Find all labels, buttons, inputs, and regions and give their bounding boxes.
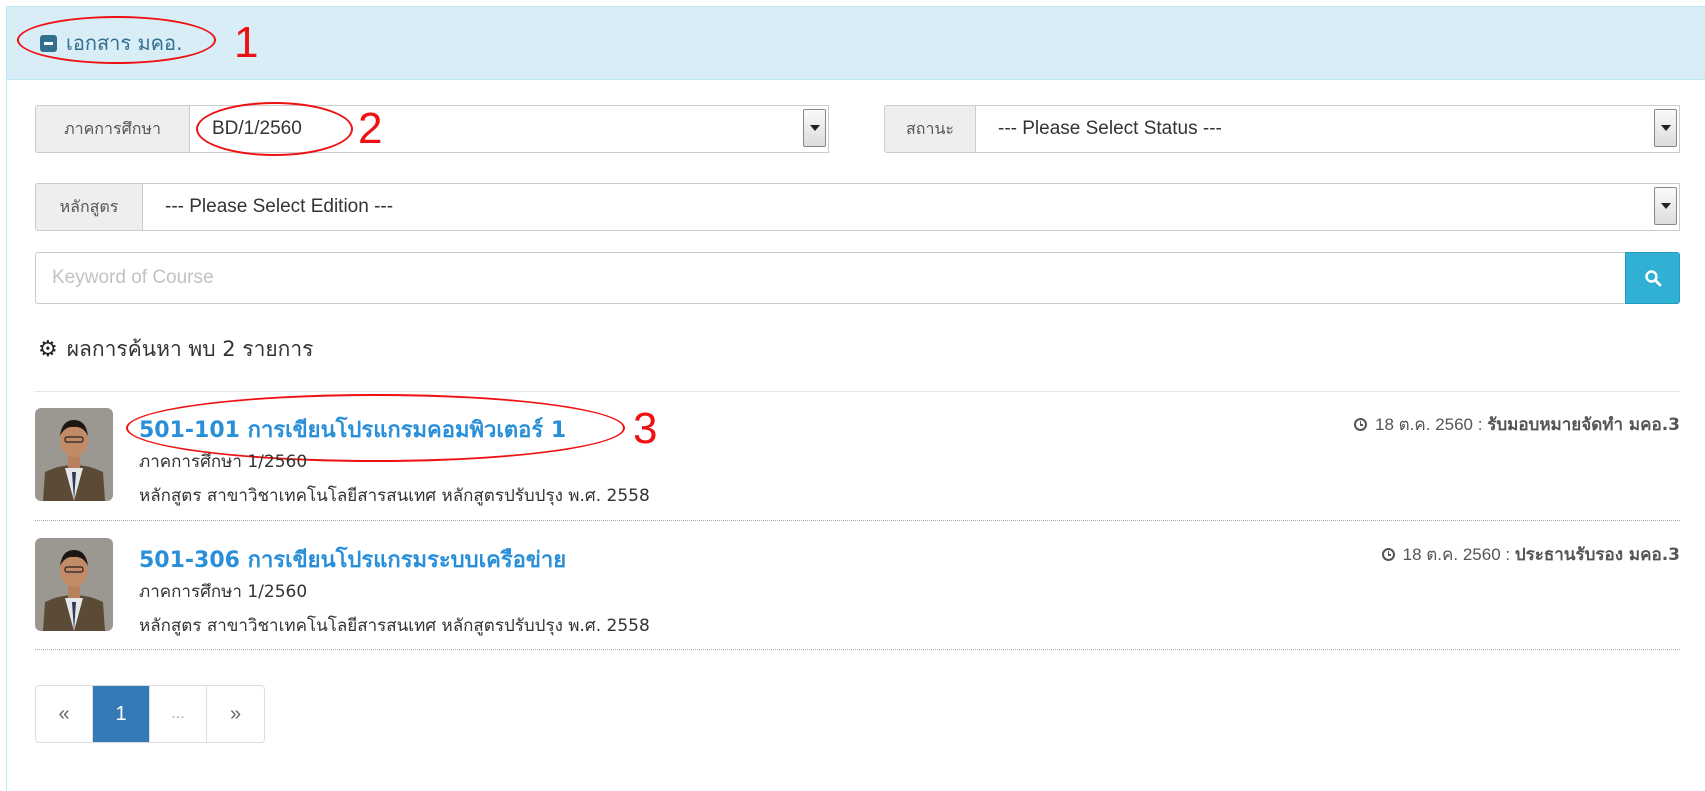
status-label: สถานะ <box>884 105 976 153</box>
annotation-number-1: 1 <box>234 18 259 67</box>
avatar <box>35 408 113 501</box>
panel-heading: เอกสาร มคอ. <box>7 7 1705 80</box>
search-button[interactable] <box>1625 252 1680 304</box>
course-keyword-input[interactable] <box>35 252 1625 304</box>
annotation-number-3: 3 <box>633 404 658 453</box>
course-title-link[interactable]: 501-306 การเขียนโปรแกรมระบบเครือข่าย <box>139 542 566 577</box>
chevron-down-icon[interactable] <box>803 109 826 147</box>
results-header: ⚙ ผลการค้นหา พบ 2 รายการ <box>38 333 313 366</box>
curriculum-filter: หลักสูตร --- Please Select Edition --- <box>35 183 1680 231</box>
search-icon <box>1644 270 1661 287</box>
divider <box>35 649 1680 650</box>
annotation-number-2: 2 <box>358 104 383 153</box>
status-filter: สถานะ --- Please Select Status --- <box>884 105 1680 153</box>
results-summary: ผลการค้นหา พบ 2 รายการ <box>66 337 314 361</box>
course-status: 18 ต.ค. 2560 : ประธานรับรอง มคอ.3 <box>1381 541 1680 568</box>
pagination-prev[interactable]: « <box>36 686 93 742</box>
avatar <box>35 538 113 631</box>
annotation-circle-1 <box>17 16 216 64</box>
divider <box>35 520 1680 521</box>
semester-filter: ภาคการศึกษา BD/1/2560 <box>35 105 829 153</box>
status-selected-value: --- Please Select Status --- <box>998 118 1222 139</box>
curriculum-selected-value: --- Please Select Edition --- <box>165 196 394 217</box>
course-semester: ภาคการศึกษา 1/2560 <box>139 452 308 472</box>
status-date: 18 ต.ค. 2560 : <box>1374 415 1483 434</box>
annotation-circle-2 <box>196 102 353 156</box>
status-date: 18 ต.ค. 2560 : <box>1402 545 1511 564</box>
semester-label: ภาคการศึกษา <box>35 105 190 153</box>
status-label: รับมอบหมายจัดทำ มคอ.3 <box>1487 415 1680 435</box>
pagination-page-1[interactable]: 1 <box>93 686 150 742</box>
pagination-next[interactable]: » <box>207 686 264 742</box>
status-label: ประธานรับรอง มคอ.3 <box>1514 545 1680 565</box>
course-curriculum: หลักสูตร สาขาวิชาเทคโนโลยีสารสนเทศ หลักส… <box>139 616 650 636</box>
course-semester: ภาคการศึกษา 1/2560 <box>139 582 308 602</box>
course-curriculum: หลักสูตร สาขาวิชาเทคโนโลยีสารสนเทศ หลักส… <box>139 486 650 506</box>
clock-icon <box>1353 418 1367 431</box>
pagination-ellipsis[interactable]: ... <box>150 686 207 742</box>
curriculum-label: หลักสูตร <box>35 183 143 231</box>
curriculum-select[interactable]: --- Please Select Edition --- <box>143 183 1680 231</box>
gear-icon: ⚙ <box>38 337 58 362</box>
chevron-down-icon[interactable] <box>1654 187 1677 225</box>
divider <box>35 391 1680 392</box>
instructor-photo <box>35 408 113 501</box>
course-status: 18 ต.ค. 2560 : รับมอบหมายจัดทำ มคอ.3 <box>1353 411 1680 438</box>
pagination: « 1 ... » <box>35 685 265 743</box>
clock-icon <box>1381 548 1395 561</box>
chevron-down-icon[interactable] <box>1654 109 1677 147</box>
status-select[interactable]: --- Please Select Status --- <box>976 105 1680 153</box>
instructor-photo <box>35 538 113 631</box>
